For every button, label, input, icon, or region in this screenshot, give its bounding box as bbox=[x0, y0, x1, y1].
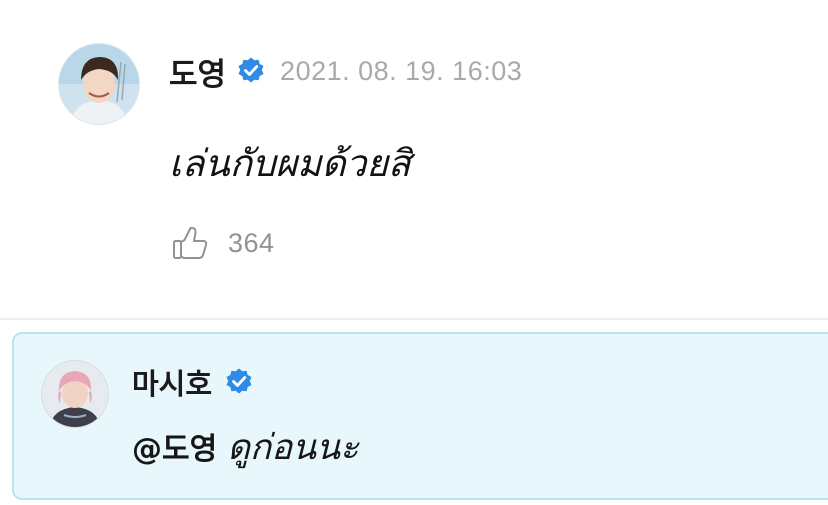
post-body-text: เล่นกับผมด้วยสิ bbox=[169, 142, 411, 185]
post-author-avatar[interactable] bbox=[59, 44, 139, 124]
reply-author-row: 마시호 bbox=[132, 362, 254, 402]
avatar-image bbox=[59, 44, 139, 124]
post: 도영 2021. 08. 19. 16:03 เล่นกับผมด้วยสิ 3… bbox=[0, 0, 828, 318]
reply-mention[interactable]: @도영 bbox=[132, 432, 217, 467]
post-timestamp: 2021. 08. 19. 16:03 bbox=[280, 55, 523, 86]
artist-reply: 마시호 @도영 ดูก่อนนะ bbox=[12, 332, 828, 500]
section-divider bbox=[0, 318, 828, 320]
post-author-name[interactable]: 도영 bbox=[169, 49, 226, 94]
reply-body-text: ดูก่อนนะ bbox=[227, 428, 359, 468]
reply-author-name[interactable]: 마시호 bbox=[132, 361, 212, 403]
thumbs-up-icon bbox=[170, 223, 210, 263]
reply-author-avatar[interactable] bbox=[42, 361, 108, 427]
reply-body: @도영 ดูก่อนนะ bbox=[132, 420, 359, 475]
verified-badge-icon bbox=[236, 56, 266, 86]
post-author-row: 도영 2021. 08. 19. 16:03 bbox=[169, 49, 523, 94]
avatar-image bbox=[42, 361, 108, 427]
verified-badge-icon bbox=[224, 367, 254, 397]
like-button[interactable]: 364 bbox=[170, 222, 275, 264]
like-count: 364 bbox=[228, 227, 275, 258]
